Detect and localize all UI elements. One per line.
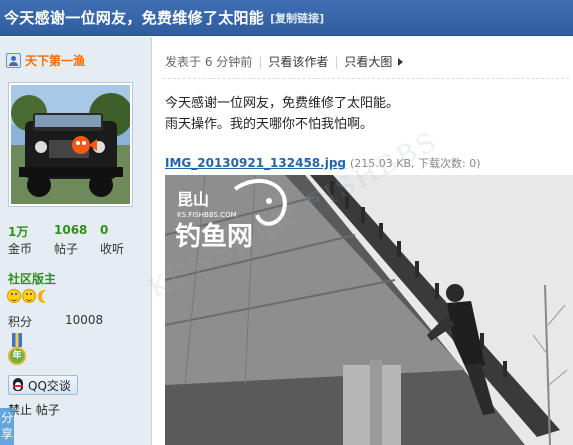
stat-posts[interactable]: 1068 帖子 <box>54 223 100 257</box>
stat-coins[interactable]: 1万 金币 <box>8 223 54 257</box>
medal-ribbon <box>12 333 22 347</box>
smiley-icon <box>7 289 21 303</box>
points-value: 10008 <box>65 313 104 327</box>
stat-value: 1万 <box>8 225 29 239</box>
stat-followers[interactable]: 0 收听 <box>100 223 146 257</box>
qq-penguin-icon <box>11 377 25 393</box>
only-large-image-link[interactable]: 只看大图 <box>344 53 392 70</box>
post-content: 发表于 6 分钟前 | 只看该作者 | 只看大图 今天感谢一位网友，免费维修了太… <box>153 37 573 445</box>
copy-link-button[interactable]: [复制链接] <box>270 10 324 26</box>
author-name-row[interactable]: 天下第一渔 <box>6 52 85 69</box>
author-rank[interactable]: 社区版主 <box>8 270 56 287</box>
only-author-link[interactable]: 只看该作者 <box>268 53 328 70</box>
stat-label: 收听 <box>100 242 125 256</box>
author-username[interactable]: 天下第一渔 <box>25 52 85 69</box>
stat-value: 1068 <box>54 223 88 237</box>
watermark-top: 昆山 <box>177 190 209 209</box>
stat-value: 0 <box>100 223 109 237</box>
chevron-right-icon[interactable] <box>398 57 404 66</box>
watermark-site: KS.FISHBBS.COM <box>177 211 237 219</box>
post-meta: 发表于 6 分钟前 | 只看该作者 | 只看大图 <box>165 53 404 70</box>
author-sidebar: 天下第一渔 1万 金币 1068 帖子 0 收听 社区版主 积分 10008 年… <box>0 37 152 445</box>
post-time: 发表于 6 分钟前 <box>165 55 253 69</box>
post-text-line: 雨天操作。我的天哪你不怕我怕啊。 <box>165 117 374 132</box>
points-label: 积分 <box>8 315 33 329</box>
attachment-row: IMG_20130921_132458.jpg (215.03 KB, 下载次数… <box>165 155 481 171</box>
stat-label: 金币 <box>8 242 33 256</box>
medal-icon[interactable]: 年 <box>8 333 26 367</box>
ban-post-link[interactable]: 禁止 帖子 <box>8 401 60 418</box>
user-icon <box>6 53 21 68</box>
avatar[interactable] <box>8 82 133 207</box>
author-points: 积分 10008 <box>8 313 103 330</box>
qq-chat-label: QQ交谈 <box>28 378 71 393</box>
moon-icon <box>42 290 54 303</box>
share-tab[interactable]: 分享 <box>0 408 14 445</box>
medal-coin: 年 <box>8 347 26 365</box>
attachment-link[interactable]: IMG_20130921_132458.jpg <box>165 156 346 170</box>
divider: | <box>258 54 263 69</box>
watermark-bottom: 钓鱼网 <box>175 222 253 252</box>
avatar-image <box>11 85 130 204</box>
attachment-meta: (215.03 KB, 下载次数: 0) <box>350 157 481 170</box>
post-text-line: 今天感谢一位网友，免费维修了太阳能。 <box>165 96 400 111</box>
divider <box>163 78 569 79</box>
author-stats: 1万 金币 1068 帖子 0 收听 <box>8 223 146 257</box>
stat-label: 帖子 <box>54 242 79 256</box>
post-image[interactable]: 昆山 KS.FISHBBS.COM 钓鱼网 <box>165 175 573 445</box>
qq-chat-button[interactable]: QQ交谈 <box>8 375 78 395</box>
thread-title: 今天感谢一位网友，免费维修了太阳能 <box>4 9 265 27</box>
post-photo: 昆山 KS.FISHBBS.COM 钓鱼网 <box>165 175 573 445</box>
divider: | <box>334 54 339 69</box>
rank-stars <box>7 289 54 303</box>
thread-title-bar: 今天感谢一位网友，免费维修了太阳能 [复制链接] <box>0 0 573 36</box>
smiley-icon <box>22 289 36 303</box>
